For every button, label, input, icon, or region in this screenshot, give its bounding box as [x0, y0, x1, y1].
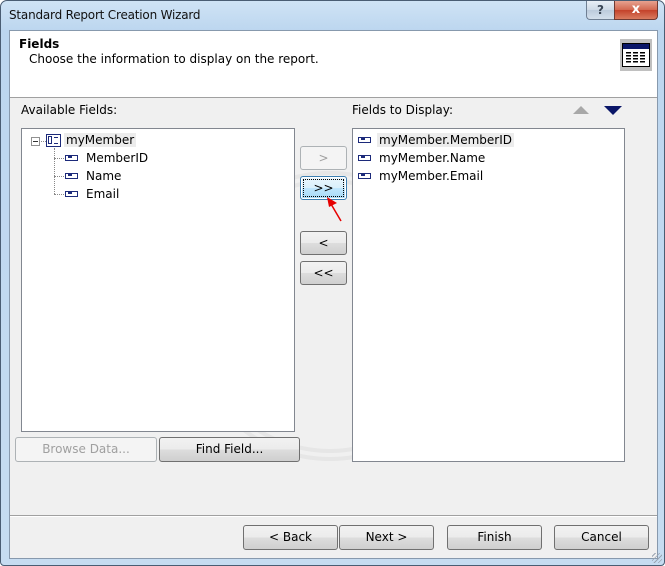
fields-to-display-label: Fields to Display: — [352, 103, 454, 117]
find-field-label: Find Field... — [195, 442, 264, 456]
help-icon: ? — [597, 3, 604, 17]
collapse-toggle[interactable] — [31, 137, 40, 146]
display-field-label: myMember.Name — [379, 151, 486, 165]
browse-data-button[interactable]: Browse Data... — [15, 437, 157, 462]
tree-node-label: myMember — [64, 133, 137, 147]
tree-node-mymember[interactable]: myMember — [64, 132, 137, 149]
tree-connector — [54, 158, 64, 159]
tree-node-label: MemberID — [86, 151, 149, 165]
next-button[interactable]: Next > — [339, 525, 434, 550]
report-table-icon — [620, 39, 652, 71]
triangle-down-icon[interactable] — [604, 106, 622, 115]
field-icon — [65, 154, 78, 161]
field-icon — [65, 172, 78, 179]
wizard-header: Fields Choose the information to display… — [10, 31, 657, 98]
tree-node-name[interactable]: Name — [65, 168, 123, 185]
tree-connector — [54, 194, 64, 195]
tree-node-label: Name — [86, 169, 122, 183]
display-field-label: myMember.Email — [379, 169, 484, 183]
tree-node-email[interactable]: Email — [65, 186, 121, 203]
browse-data-label: Browse Data... — [42, 442, 130, 456]
remove-field-button[interactable]: < — [300, 231, 347, 255]
help-button[interactable]: ? — [586, 1, 614, 20]
field-icon — [358, 154, 371, 161]
table-icon — [46, 134, 61, 147]
display-field-item[interactable]: myMember.Name — [358, 150, 487, 167]
available-fields-label: Available Fields: — [21, 103, 118, 117]
field-icon — [358, 136, 371, 143]
cancel-button[interactable]: Cancel — [554, 525, 649, 550]
add-field-button[interactable]: > — [300, 146, 347, 170]
add-all-fields-button[interactable]: >> — [300, 176, 347, 200]
triangle-up-icon[interactable] — [573, 106, 589, 114]
finish-label: Finish — [477, 530, 512, 544]
add-field-label: > — [318, 151, 329, 165]
page-title: Fields — [19, 37, 60, 51]
tree-connector — [54, 176, 64, 177]
cancel-label: Cancel — [581, 530, 622, 544]
footer-separator — [10, 515, 657, 517]
close-button[interactable]: x — [614, 1, 658, 20]
title-bar: Standard Report Creation Wizard ? x — [1, 1, 664, 31]
find-field-button[interactable]: Find Field... — [159, 437, 300, 462]
dialog-client-area: Fields Choose the information to display… — [9, 30, 658, 559]
fields-to-display-list[interactable]: myMember.MemberID myMember.Name myMember… — [352, 128, 625, 462]
add-all-label: >> — [313, 181, 334, 195]
field-icon — [65, 190, 78, 197]
next-label: Next > — [365, 530, 408, 544]
window-title: Standard Report Creation Wizard — [9, 8, 201, 22]
tree-node-memberid[interactable]: MemberID — [65, 150, 150, 167]
caption-buttons: ? x — [586, 1, 658, 20]
remove-field-label: < — [318, 236, 329, 250]
display-field-item[interactable]: myMember.MemberID — [358, 132, 515, 149]
back-label: < Back — [268, 530, 312, 544]
resize-grip[interactable] — [652, 553, 662, 563]
finish-button[interactable]: Finish — [447, 525, 542, 550]
remove-all-fields-button[interactable]: << — [300, 261, 347, 285]
display-field-label: myMember.MemberID — [377, 133, 515, 147]
back-button[interactable]: < Back — [243, 525, 338, 550]
page-subtitle: Choose the information to display on the… — [29, 52, 319, 66]
tree-node-label: Email — [86, 187, 120, 201]
available-fields-tree[interactable]: myMember MemberID Name Email — [21, 128, 295, 432]
field-icon — [358, 172, 371, 179]
display-field-item[interactable]: myMember.Email — [358, 168, 485, 185]
close-icon: x — [631, 2, 641, 17]
tree-connector — [54, 148, 55, 194]
remove-all-label: << — [313, 266, 334, 280]
wizard-window: Standard Report Creation Wizard ? x Fiel… — [0, 0, 665, 566]
